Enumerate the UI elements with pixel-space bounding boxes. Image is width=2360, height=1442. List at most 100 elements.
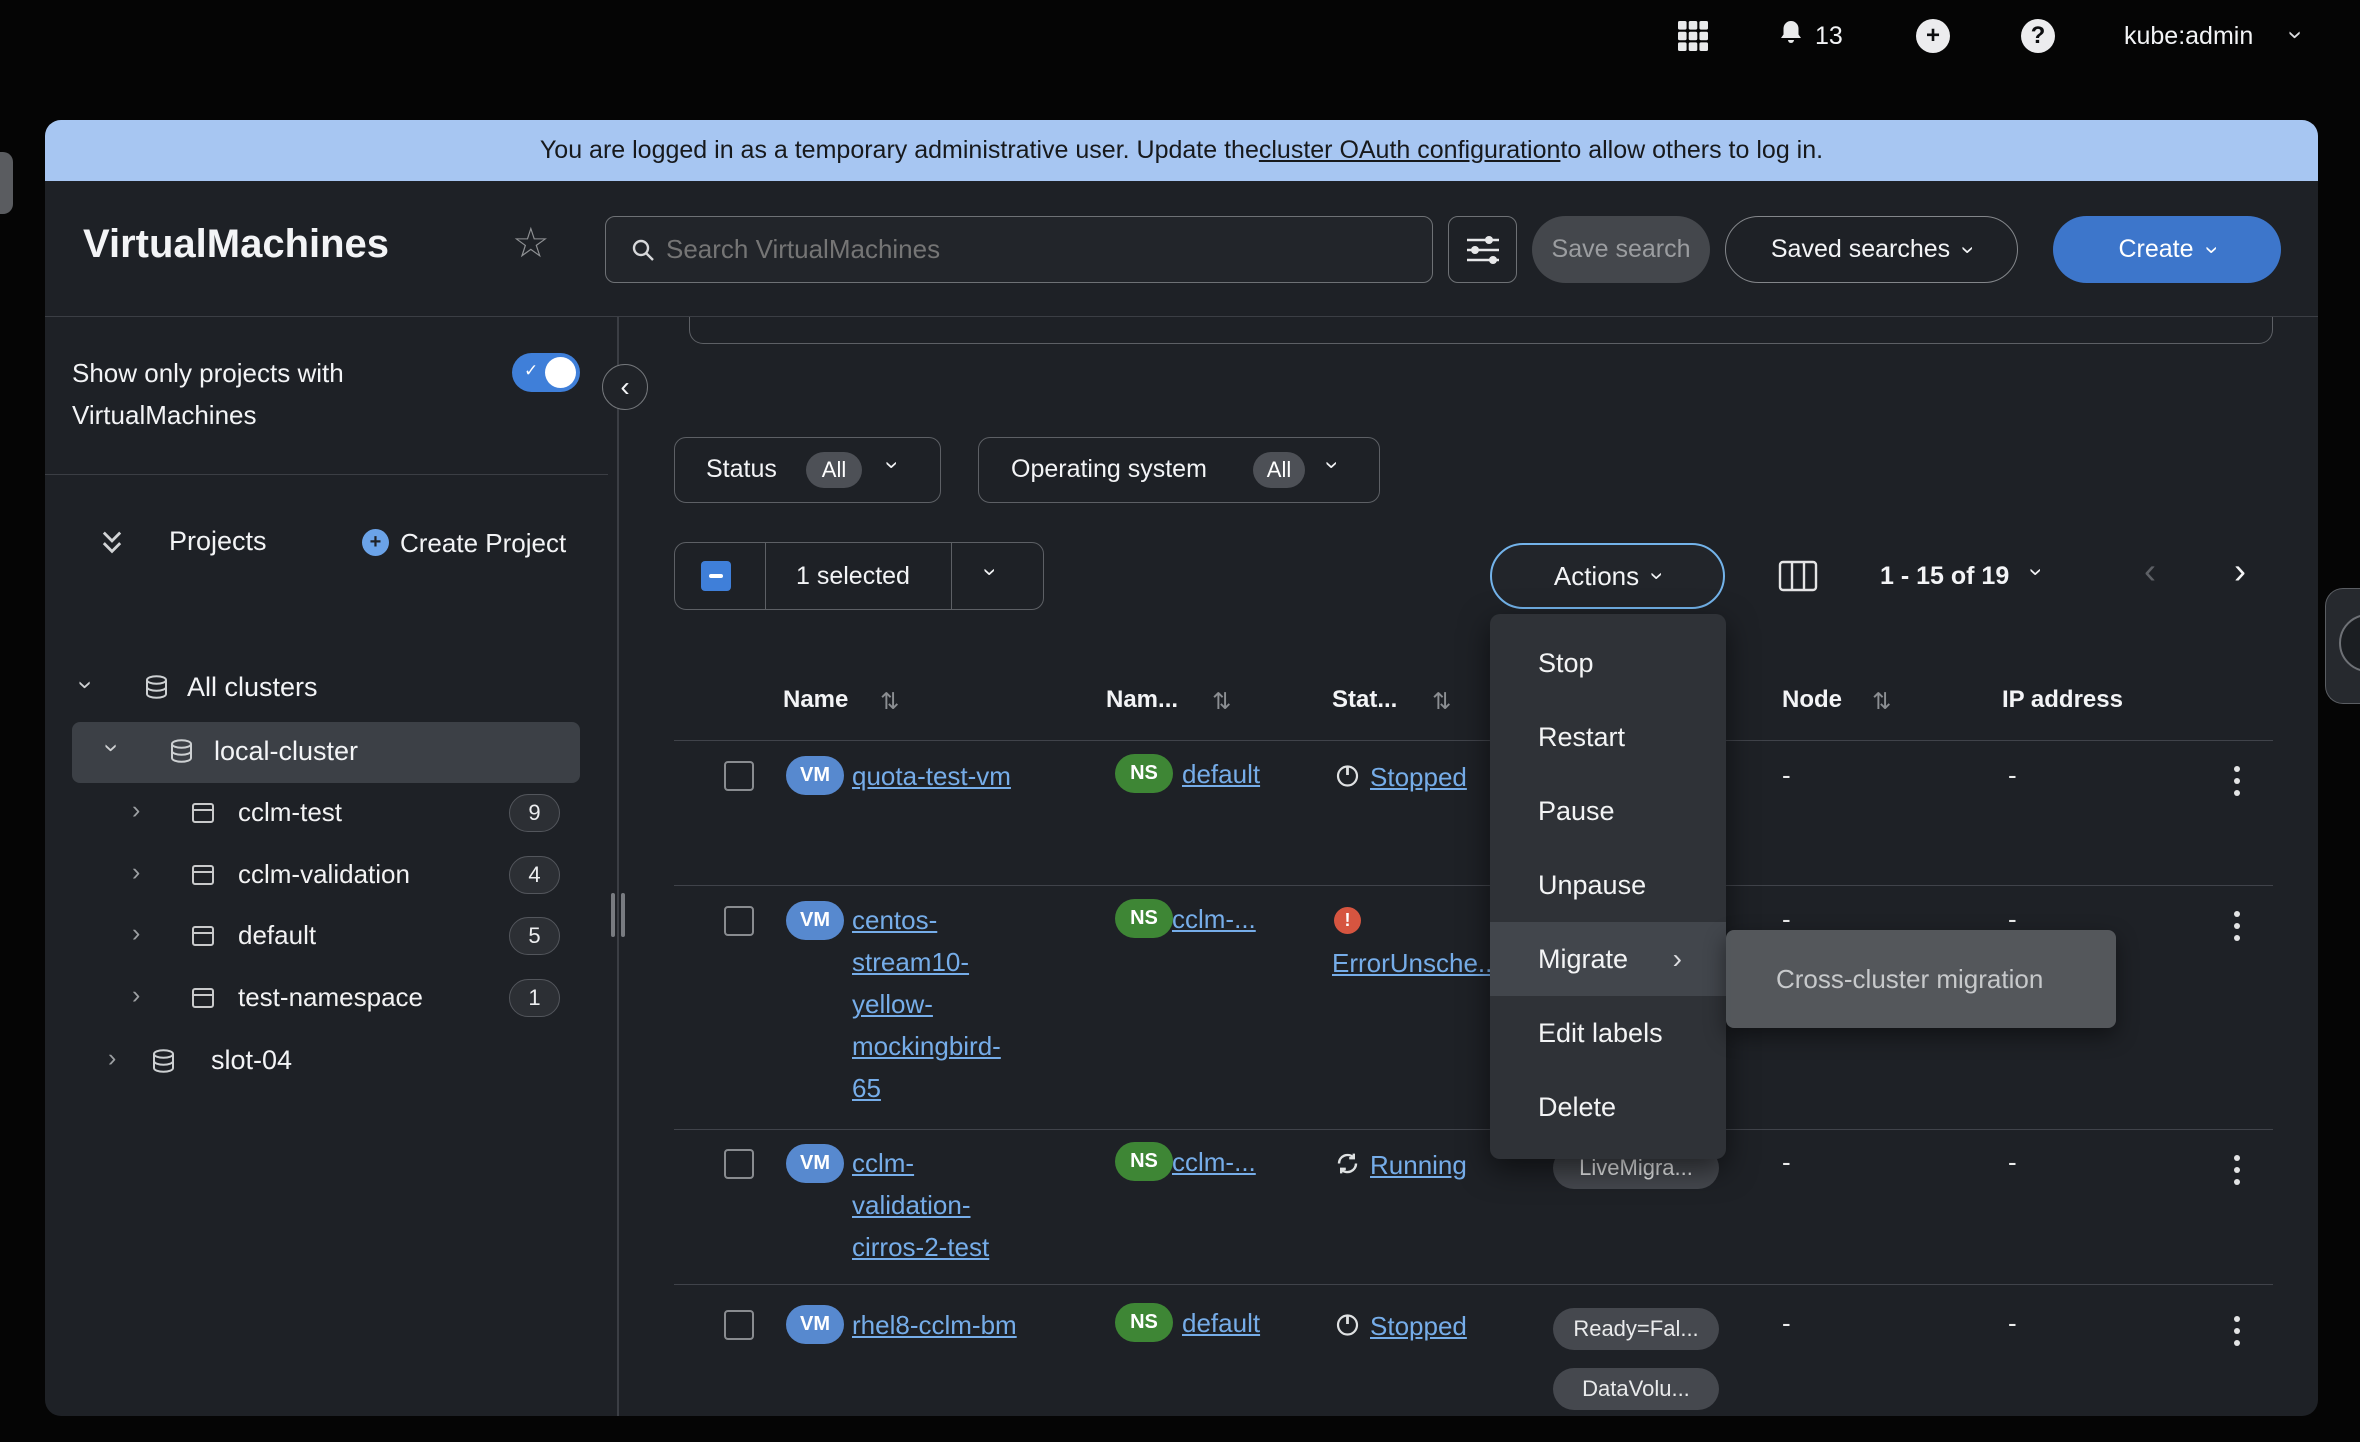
search-input[interactable]	[666, 217, 1416, 282]
menu-item-label: Delete	[1538, 1092, 1616, 1123]
project-icon	[190, 862, 216, 888]
notification-count[interactable]: 13	[1815, 22, 1843, 51]
row-checkbox[interactable]	[724, 906, 754, 936]
panel-resize-grip[interactable]	[621, 893, 625, 937]
row-kebab-menu[interactable]	[2230, 760, 2244, 802]
row-kebab-menu[interactable]	[2230, 905, 2244, 947]
create-button[interactable]: Create ›	[2053, 216, 2281, 283]
vm-status-link[interactable]: Stopped	[1370, 756, 1467, 798]
panel-resize-grip[interactable]	[611, 893, 615, 937]
quick-create-icon[interactable]: +	[1916, 19, 1950, 53]
create-project-plus-icon[interactable]: +	[362, 529, 389, 556]
row-checkbox[interactable]	[724, 1149, 754, 1179]
assistant-dock[interactable]	[2325, 588, 2360, 704]
search-box[interactable]	[605, 216, 1433, 283]
row-checkbox[interactable]	[724, 1310, 754, 1340]
menu-item-stop[interactable]: Stop	[1490, 626, 1726, 700]
tree-item-project[interactable]: test-namespace	[238, 982, 423, 1013]
nav-drawer-handle[interactable]	[0, 152, 13, 214]
bulk-select-checkbox[interactable]	[701, 561, 731, 591]
tree-item-project[interactable]: cclm-test	[238, 797, 342, 828]
namespace-link[interactable]: default	[1182, 1302, 1260, 1344]
app-launcher-icon[interactable]	[1678, 21, 1708, 51]
column-header-namespace[interactable]: Nam...	[1106, 686, 1178, 714]
stopped-status-icon	[1334, 762, 1361, 789]
assistant-button-icon[interactable]	[2339, 614, 2360, 672]
collapse-all-icon[interactable]	[98, 528, 126, 556]
namespace-link[interactable]: default	[1182, 753, 1260, 795]
project-expand-icon[interactable]: ›	[132, 921, 140, 946]
question-icon: ?	[2031, 22, 2046, 50]
vm-status-link[interactable]: ErrorUnsche...	[1332, 942, 1500, 984]
vm-name-link[interactable]: cclm- validation- cirros-2-test	[852, 1142, 1062, 1268]
column-header-ip[interactable]: IP address	[2002, 686, 2123, 714]
column-header-name[interactable]: Name	[783, 686, 848, 714]
oauth-config-link[interactable]: cluster OAuth configuration	[1259, 136, 1561, 165]
sort-icon[interactable]: ⇅	[1872, 688, 1891, 715]
vm-kind-badge: VM	[786, 756, 844, 795]
advanced-filters-button[interactable]	[1448, 216, 1517, 283]
create-caret-icon: ›	[2200, 246, 2224, 254]
saved-searches-caret-icon: ›	[1956, 246, 1980, 254]
notifications-bell-icon[interactable]	[1776, 18, 1806, 48]
help-icon[interactable]: ?	[2021, 19, 2055, 53]
saved-searches-button[interactable]: Saved searches ›	[1725, 216, 2018, 283]
save-search-button[interactable]: Save search	[1532, 216, 1710, 283]
row-divider	[674, 1284, 2273, 1285]
pagination-next-icon[interactable]: ›	[2234, 553, 2246, 589]
sort-icon[interactable]: ⇅	[880, 688, 899, 715]
project-expand-icon[interactable]: ›	[132, 860, 140, 885]
menu-item-label: Unpause	[1538, 870, 1646, 901]
tree-item-all-clusters[interactable]: All clusters	[187, 672, 318, 703]
row-divider	[674, 740, 2273, 741]
actions-button[interactable]: Actions ›	[1490, 543, 1725, 609]
sidebar-collapse-button[interactable]: ‹	[602, 364, 648, 410]
namespace-kind-badge: NS	[1115, 1303, 1173, 1342]
saved-searches-label: Saved searches	[1771, 235, 1950, 264]
actions-dropdown-menu: Stop Restart Pause Unpause Migrate › Edi…	[1490, 614, 1726, 1159]
menu-item-restart[interactable]: Restart	[1490, 700, 1726, 774]
submenu-item-cross-cluster-migration[interactable]: Cross-cluster migration	[1776, 964, 2043, 995]
node-cell: -	[1782, 1308, 1791, 1339]
user-menu[interactable]: kube:admin	[2124, 22, 2253, 51]
vm-name-link[interactable]: quota-test-vm	[852, 755, 1052, 797]
project-expand-icon[interactable]: ›	[132, 983, 140, 1008]
tree-item-slot-04[interactable]: slot-04	[211, 1045, 292, 1076]
vm-status-link[interactable]: Running	[1370, 1144, 1467, 1186]
menu-item-unpause[interactable]: Unpause	[1490, 848, 1726, 922]
bulk-select-caret-icon[interactable]: ›	[978, 568, 1002, 576]
vm-status-link[interactable]: Stopped	[1370, 1305, 1467, 1347]
tree-item-project[interactable]: cclm-validation	[238, 859, 410, 890]
vm-name-link[interactable]: centos- stream10- yellow- mockingbird- 6…	[852, 899, 1062, 1109]
favorite-star-icon[interactable]: ☆	[512, 222, 550, 264]
all-clusters-expand-icon[interactable]: ›	[73, 681, 99, 690]
pagination-prev-icon[interactable]: ‹	[2144, 553, 2156, 589]
running-status-icon	[1334, 1150, 1361, 1177]
create-project-button[interactable]: Create Project	[400, 528, 566, 559]
menu-item-edit-labels[interactable]: Edit labels	[1490, 996, 1726, 1070]
project-expand-icon[interactable]: ›	[132, 798, 140, 823]
menu-item-migrate[interactable]: Migrate ›	[1490, 922, 1726, 996]
sort-icon[interactable]: ⇅	[1432, 688, 1451, 715]
actions-button-label: Actions	[1554, 561, 1639, 592]
os-filter-value: All	[1253, 452, 1305, 488]
namespace-link[interactable]: cclm-...	[1172, 1141, 1256, 1183]
project-icon	[190, 923, 216, 949]
row-kebab-menu[interactable]	[2230, 1149, 2244, 1191]
row-checkbox[interactable]	[724, 761, 754, 791]
cluster-expand-icon[interactable]: ›	[108, 1046, 116, 1071]
vm-name-link[interactable]: rhel8-cclm-bm	[852, 1304, 1062, 1346]
menu-item-delete[interactable]: Delete	[1490, 1070, 1726, 1144]
tree-item-project[interactable]: default	[238, 920, 316, 951]
local-cluster-expand-icon[interactable]: ›	[99, 744, 125, 753]
row-kebab-menu[interactable]	[2230, 1310, 2244, 1352]
column-header-status[interactable]: Stat...	[1332, 686, 1397, 714]
vm-filter-toggle[interactable]: ✓	[512, 353, 580, 392]
menu-item-pause[interactable]: Pause	[1490, 774, 1726, 848]
pagination-label[interactable]: 1 - 15 of 19	[1880, 562, 2009, 591]
namespace-link[interactable]: cclm-...	[1172, 898, 1256, 940]
column-header-node[interactable]: Node	[1782, 686, 1842, 714]
manage-columns-button[interactable]	[1778, 559, 1818, 593]
vm-kind-badge: VM	[786, 1305, 844, 1344]
sort-icon[interactable]: ⇅	[1212, 688, 1231, 715]
